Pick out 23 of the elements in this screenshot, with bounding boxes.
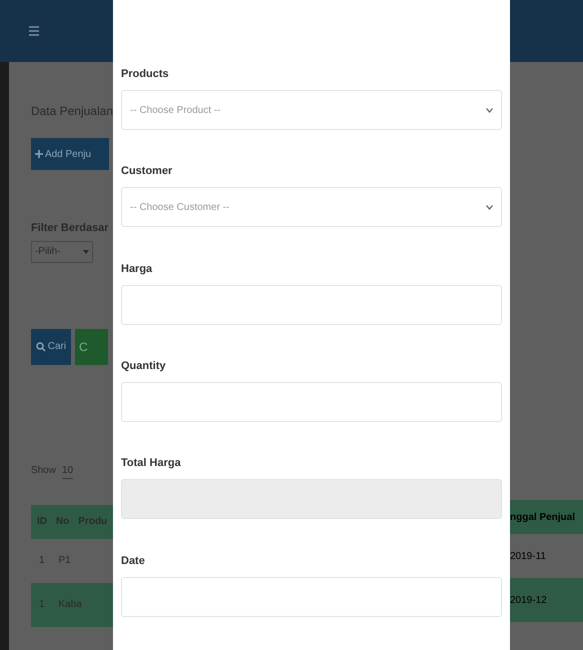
add-button[interactable]: Add Penju	[30, 138, 109, 170]
caret-icon	[82, 250, 89, 254]
select-field[interactable]: -- Choose Customer --	[121, 187, 502, 228]
field-label: Total Harga	[121, 456, 182, 472]
search-icon	[36, 342, 46, 352]
select-field[interactable]: -- Choose Product --	[121, 90, 502, 130]
field-label: Quantity	[121, 358, 167, 374]
table-cell: 2019-12	[510, 578, 583, 622]
plus-icon	[34, 150, 43, 158]
field-label: Customer	[121, 164, 174, 180]
field-label: Date	[121, 554, 146, 569]
field-label: Harga	[121, 262, 154, 277]
search-button[interactable]: Cari	[30, 328, 71, 364]
input-field[interactable]	[121, 284, 502, 325]
menu-icon[interactable]	[28, 25, 40, 37]
input-field[interactable]	[121, 576, 502, 617]
column-header: nggal Penjual	[510, 500, 583, 534]
input-field[interactable]	[121, 382, 502, 422]
table-cell-text: 2019-11	[510, 550, 547, 564]
field-label: Products	[121, 67, 170, 82]
chevron-icon	[486, 108, 493, 112]
chevron-icon	[486, 204, 493, 210]
clear-button[interactable]: C	[74, 328, 108, 364]
